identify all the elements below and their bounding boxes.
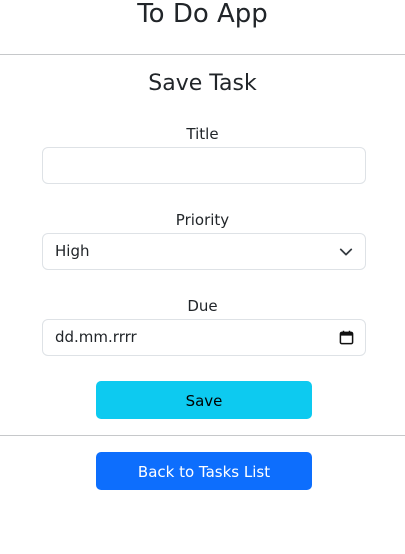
calendar-icon[interactable] [339, 330, 354, 345]
footer-divider [0, 435, 405, 436]
due-date-value: dd.mm.rrrr [55, 328, 137, 346]
app-title: To Do App [137, 0, 268, 29]
priority-select[interactable]: High [42, 233, 366, 270]
chevron-down-icon [339, 248, 353, 256]
title-label: Title [186, 125, 219, 143]
save-button[interactable]: Save [96, 381, 312, 419]
form-title: Save Task [148, 71, 257, 96]
priority-label: Priority [175, 211, 230, 229]
due-date-input[interactable]: dd.mm.rrrr [42, 319, 366, 356]
priority-selected-value: High [55, 242, 90, 260]
title-input[interactable] [42, 147, 366, 184]
due-label: Due [187, 297, 218, 315]
back-to-tasks-button[interactable]: Back to Tasks List [96, 452, 312, 490]
header-divider [0, 54, 405, 55]
